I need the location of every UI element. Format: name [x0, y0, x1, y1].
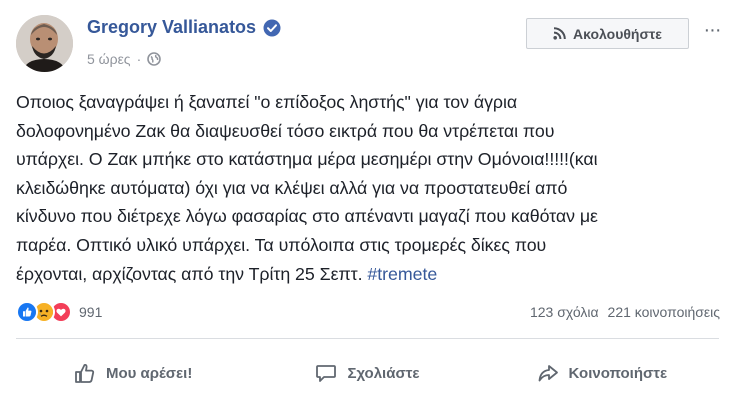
comment-button[interactable]: Σχολιάστε	[250, 348, 484, 398]
post-text-line-last: έρχονται, αρχίζοντας από την Τρίτη 25 Σε…	[16, 260, 731, 289]
author-name-row: Gregory Vallianatos	[87, 17, 281, 38]
follow-button[interactable]: Ακολουθήστε	[526, 18, 689, 49]
like-button[interactable]: Μου αρέσει!	[16, 348, 250, 398]
post-text-line: κλειδώθηκε αυτόματα) όχι για να κλέψει α…	[16, 177, 568, 198]
share-label: Κοινοποιήστε	[568, 364, 668, 382]
comments-count[interactable]: 123 σχόλια	[530, 304, 599, 320]
post-text: Οποιος ξαναγράψει ή ξαναπεί "ο επίδοξος …	[16, 88, 731, 288]
comment-label: Σχολιάστε	[347, 364, 420, 382]
more-options-button[interactable]: ···	[700, 20, 724, 41]
post-text-line: κίνδυνο που διέτρεχε λόγω φασαρίας στο α…	[16, 206, 598, 227]
meta-separator: ·	[136, 51, 142, 67]
engagement-counts: 123 σχόλια 221 κοινοποιήσεις	[530, 304, 720, 320]
post-text-line: παρέα. Οπτικό υλικό υπάρχει. Τα υπόλοιπα…	[16, 234, 547, 255]
facebook-post: Gregory Vallianatos 5 ώρες · Ακολουθήστε…	[0, 0, 735, 404]
action-bar: Μου αρέσει! Σχολιάστε Κοινοποιήστε	[16, 348, 719, 398]
post-text-line: έρχονται, αρχίζοντας από την Τρίτη 25 Σε…	[16, 263, 363, 284]
reaction-count: 991	[79, 304, 103, 320]
hashtag-link[interactable]: #tremete	[367, 264, 437, 284]
like-reaction-icon	[16, 301, 38, 323]
rss-icon	[553, 27, 566, 40]
verified-badge-icon	[263, 19, 281, 37]
share-icon	[537, 362, 559, 384]
reactions-summary[interactable]: 991	[16, 301, 103, 323]
share-button[interactable]: Κοινοποιήστε	[485, 348, 719, 398]
author-name[interactable]: Gregory Vallianatos	[87, 17, 256, 38]
follow-label: Ακολουθήστε	[573, 25, 662, 42]
divider	[16, 338, 719, 339]
comment-icon	[315, 362, 337, 384]
author-avatar[interactable]	[16, 15, 73, 72]
shares-count[interactable]: 221 κοινοποιήσεις	[608, 304, 720, 320]
thumbs-up-icon	[74, 362, 96, 384]
post-time[interactable]: 5 ώρες	[87, 51, 131, 67]
like-label: Μου αρέσει!	[105, 364, 193, 382]
globe-icon[interactable]	[147, 52, 162, 66]
post-text-line: υπάρχει. Ο Ζακ μπήκε στο κατάστημα μέρα …	[16, 149, 598, 170]
avatar-photo	[16, 15, 73, 72]
post-text-line: Οποιος ξαναγράψει ή ξαναπεί "ο επίδοξος …	[16, 92, 518, 112]
post-meta: 5 ώρες ·	[87, 51, 162, 67]
post-text-line: δολοφονημένο Ζακ θα διαψευσθεί τόσο εικτ…	[16, 120, 555, 141]
